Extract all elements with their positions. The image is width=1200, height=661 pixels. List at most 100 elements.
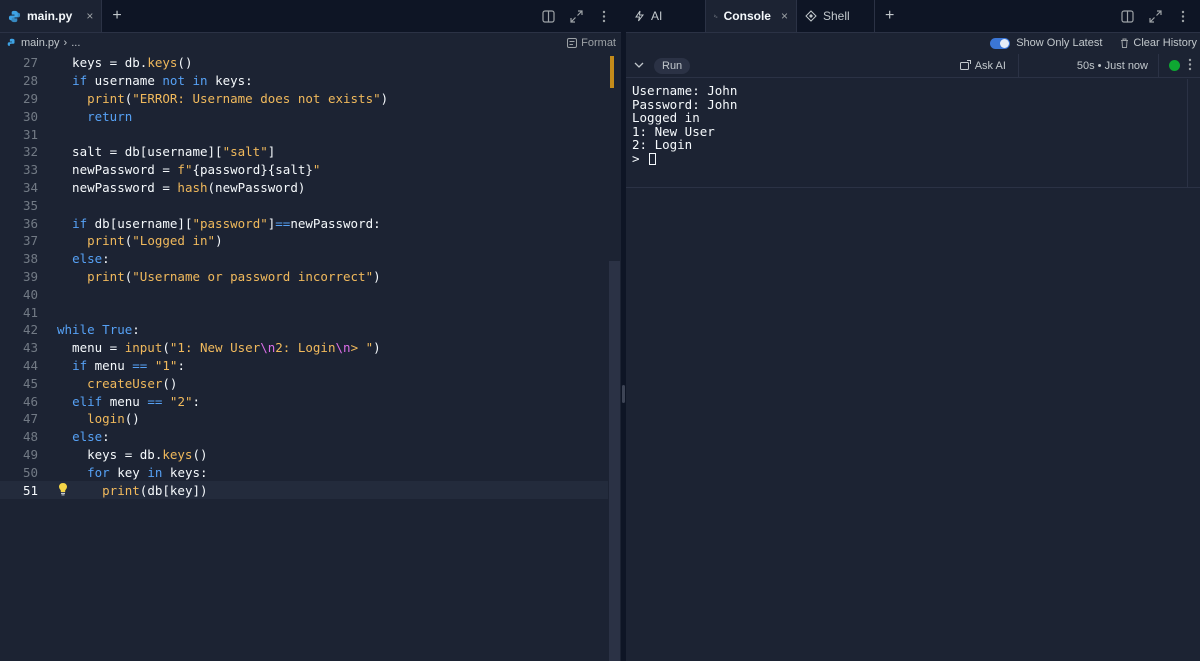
tab-shell[interactable]: Shell [797, 0, 875, 32]
code-line[interactable]: 44 if menu == "1": [0, 357, 608, 375]
code-line[interactable]: 36 if db[username]["password"]==newPassw… [0, 214, 608, 232]
code-line[interactable]: 51 print(db[key]) [0, 481, 608, 499]
code-line[interactable]: 42 while True: [0, 321, 608, 339]
close-tab-icon[interactable]: × [86, 9, 93, 23]
tab-console[interactable]: Console × [706, 0, 797, 32]
code-line[interactable]: 49 keys = db.keys() [0, 446, 608, 464]
code-line[interactable]: 35 [0, 196, 608, 214]
code-text: elif menu == "2": [72, 393, 201, 409]
code-line[interactable]: 43 menu = input("1: New User\n2: Login\n… [0, 339, 608, 357]
ask-ai-label: Ask AI [974, 59, 1006, 72]
breadcrumb: main.py › ... Format [0, 33, 621, 53]
code-line[interactable]: 31 [0, 125, 608, 143]
code-line[interactable]: 41 [0, 303, 608, 321]
divider-grip[interactable] [622, 385, 625, 403]
toggle-switch[interactable] [990, 37, 1011, 49]
add-tab-button[interactable]: + [875, 0, 904, 32]
code-text: keys = db.keys() [57, 446, 208, 462]
code-text: newPassword = f"{password}{salt}" [57, 162, 321, 178]
code-text: if menu == "1": [72, 357, 185, 373]
gutter [38, 90, 57, 108]
code-line[interactable]: 30 return [0, 107, 608, 125]
console-scrollbar[interactable] [1187, 79, 1200, 187]
console-separator [626, 187, 1200, 188]
gutter [38, 446, 57, 464]
ask-ai-button[interactable]: Ask AI [959, 54, 1019, 77]
line-number: 48 [22, 429, 38, 445]
more-options-icon[interactable] [597, 9, 611, 23]
python-file-icon [7, 38, 15, 46]
code-line[interactable]: 39 print("Username or password incorrect… [0, 268, 608, 286]
line-number: 40 [22, 286, 38, 302]
gutter [38, 125, 57, 143]
gutter [38, 72, 57, 90]
format-icon [567, 38, 578, 48]
gutter [38, 54, 57, 72]
line-number: 37 [22, 233, 38, 249]
show-only-latest-toggle[interactable]: Show Only Latest [990, 37, 1102, 49]
lightbulb-icon[interactable] [58, 482, 68, 496]
gutter [38, 250, 57, 268]
editor-scrollbar[interactable] [608, 54, 621, 661]
code-line[interactable]: 48 else: [0, 428, 608, 446]
code-line[interactable]: 38 else: [0, 250, 608, 268]
gutter [38, 179, 57, 197]
code-text: print("Username or password incorrect") [87, 268, 381, 284]
breadcrumb-more[interactable]: ... [71, 37, 80, 49]
line-number: 32 [22, 144, 38, 160]
clear-history-button[interactable]: Clear History [1120, 37, 1197, 49]
editor-tabbar: main.py × + [0, 0, 621, 33]
console-cursor [649, 152, 657, 165]
tab-label: AI [651, 9, 663, 23]
tab-ai[interactable]: AI [626, 0, 706, 32]
console-toolbar: Show Only Latest Clear History [626, 33, 1200, 53]
code-line[interactable]: 33 newPassword = f"{password}{salt}" [0, 161, 608, 179]
tab-label: Shell [823, 9, 850, 23]
code-line[interactable]: 47 login() [0, 410, 608, 428]
console-output-text: Username: John Password: John Logged in … [632, 83, 738, 166]
gutter [38, 481, 57, 499]
line-number: 35 [22, 197, 38, 213]
line-number: 41 [22, 304, 38, 320]
scrollbar-thumb[interactable] [609, 261, 620, 661]
code-line[interactable]: 27 keys = db.keys() [0, 54, 608, 72]
maximize-icon[interactable] [569, 9, 583, 23]
code-text: for key in keys: [87, 464, 208, 480]
line-number: 29 [22, 90, 38, 106]
breadcrumb-file[interactable]: main.py [21, 37, 60, 49]
tab-main-py[interactable]: main.py × [0, 0, 103, 32]
code-line[interactable]: 28 if username not in keys: [0, 72, 608, 90]
code-line[interactable]: 40 [0, 285, 608, 303]
split-pane-icon[interactable] [1120, 9, 1134, 23]
run-button[interactable]: Run [654, 57, 691, 74]
more-options-icon[interactable] [1176, 9, 1190, 23]
shell-icon [805, 10, 817, 22]
breadcrumb-separator: › [63, 37, 68, 49]
trash-icon [1121, 38, 1129, 48]
line-number: 49 [22, 446, 38, 462]
code-text: return [87, 108, 133, 124]
code-text: newPassword = hash(newPassword) [57, 179, 306, 195]
gutter [38, 285, 57, 303]
code-line[interactable]: 45 createUser() [0, 374, 608, 392]
tools-tabbar: AI Console × Shell + [626, 0, 1200, 33]
code-editor[interactable]: 27 keys = db.keys() 28 if username not in… [0, 54, 608, 661]
format-button[interactable]: Format [567, 37, 616, 49]
code-text: login() [87, 411, 140, 427]
collapse-chevron-icon[interactable] [634, 60, 646, 72]
code-line[interactable]: 37 print("Logged in") [0, 232, 608, 250]
code-line[interactable]: 29 print("ERROR: Username does not exist… [0, 90, 608, 108]
code-line[interactable]: 46 elif menu == "2": [0, 392, 608, 410]
console-output[interactable]: Username: John Password: John Logged in … [632, 84, 737, 165]
maximize-icon[interactable] [1148, 9, 1162, 23]
code-line[interactable]: 34 newPassword = hash(newPassword) [0, 179, 608, 197]
add-tab-button[interactable]: + [102, 0, 131, 32]
line-number: 39 [22, 268, 38, 284]
more-options-icon[interactable] [1188, 58, 1200, 74]
close-tab-icon[interactable]: × [781, 9, 788, 23]
code-line[interactable]: 50 for key in keys: [0, 463, 608, 481]
code-line[interactable]: 32 salt = db[username]["salt"] [0, 143, 608, 161]
split-pane-icon[interactable] [541, 9, 555, 23]
gutter [38, 463, 57, 481]
tab-label: Console [723, 9, 771, 23]
